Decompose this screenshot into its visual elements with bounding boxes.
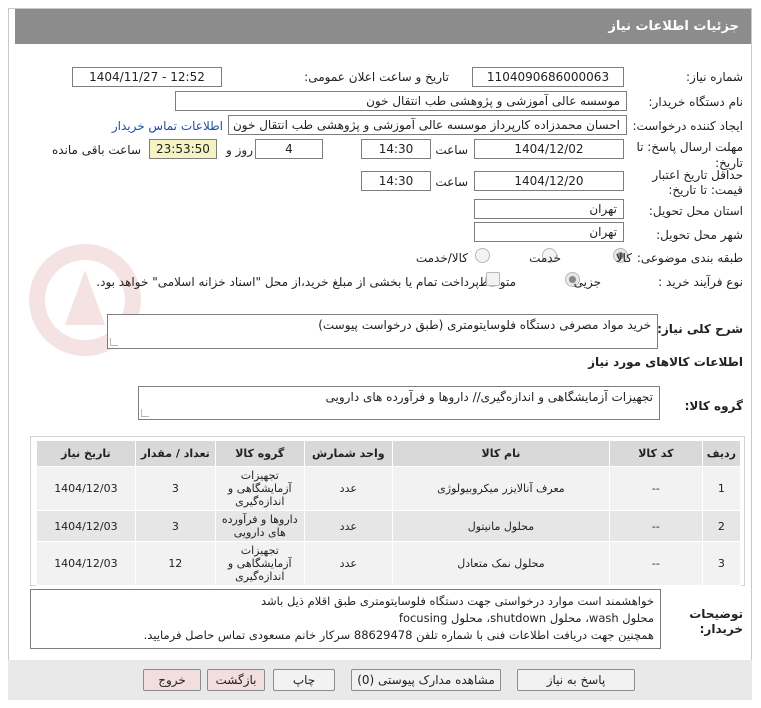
buyer-notes-label-2: خریدار: — [699, 622, 743, 636]
remaining-label: ساعت باقی مانده — [51, 143, 141, 157]
cell-date: 1404/12/03 — [36, 541, 136, 586]
buyer-notes-line: همچنین جهت دریافت اطلاعات فنی با شماره ت… — [143, 628, 654, 642]
table-header-row: ردیف کد کالا نام کالا واحد شمارش گروه کا… — [36, 440, 742, 467]
process-label: نوع فرآیند خرید : — [658, 275, 743, 289]
cell-code: -- — [608, 510, 703, 542]
buyer-notes-label: توضیحات — [689, 607, 743, 621]
reply-button[interactable]: پاسخ به نیاز — [517, 669, 635, 691]
deadline-date-field: 1404/12/02 — [474, 139, 624, 159]
header-date: تاریخ نیاز — [36, 440, 136, 467]
cell-qty: 3 — [134, 466, 216, 511]
cell-index: 3 — [701, 541, 742, 586]
cell-qty: 12 — [134, 541, 216, 586]
cell-date: 1404/12/03 — [36, 466, 136, 511]
header-qty: تعداد / مقدار — [134, 440, 216, 467]
table-row: 3 -- محلول نمک متعادل عدد تجهیزات آزمایش… — [36, 541, 742, 586]
page-title: جزئیات اطلاعات نیاز — [15, 9, 751, 44]
goods-group-field: تجهیزات آزمایشگاهی و اندازه‌گیری// داروه… — [138, 386, 660, 420]
province-field: تهران — [474, 199, 624, 219]
cell-unit: عدد — [303, 541, 393, 586]
validity-time-field: 14:30 — [361, 171, 431, 191]
exit-button[interactable]: خروج — [143, 669, 201, 691]
process-option-minor: جزیی — [573, 275, 601, 289]
cell-name: محلول نمک متعادل — [391, 541, 610, 586]
validity-date-field: 1404/12/20 — [474, 171, 624, 191]
general-desc-field: خرید مواد مصرفی دستگاه فلوسایتومتری (طبق… — [107, 314, 658, 349]
deadline-label: مهلت ارسال پاسخ: تا — [636, 140, 743, 154]
requester-label: ایجاد کننده درخواست: — [632, 119, 743, 133]
cell-group: تجهیزات آزمایشگاهی و اندازه‌گیری — [214, 466, 305, 511]
general-desc-label: شرح کلی نیاز: — [657, 322, 743, 336]
cell-unit: عدد — [303, 510, 393, 542]
buyer-notes-line: محلول wash، محلول shutdown، محلول focusi… — [398, 611, 654, 625]
validity-label-date: قیمت: تا تاریخ: — [668, 183, 743, 197]
goods-group-label: گروه کالا: — [684, 399, 743, 413]
category-option-service: خدمت — [529, 251, 561, 265]
table-row: 1 -- معرف آنالایزر میکروبیولوژی عدد تجهی… — [36, 466, 742, 511]
buyer-notes-field: خواهشمند است موارد درخواستی جهت دستگاه ف… — [30, 589, 661, 649]
buyer-org-field: موسسه عالی آموزشی و پژوهشی طب انتقال خون — [175, 91, 627, 111]
contact-info-link[interactable]: اطلاعات تماس خریدار — [112, 119, 223, 133]
city-label: شهر محل تحویل: — [656, 228, 743, 242]
requester-field: احسان محمدزاده کارپرداز موسسه عالی آموزش… — [228, 115, 627, 135]
goods-section-title: اطلاعات کالاهای مورد نیاز — [588, 355, 743, 369]
treasury-payment-note: پرداخت تمام یا بخشی از مبلغ خرید،از محل … — [96, 275, 479, 289]
cell-name: معرف آنالایزر میکروبیولوژی — [391, 466, 610, 511]
general-desc-text: خرید مواد مصرفی دستگاه فلوسایتومتری (طبق… — [318, 318, 651, 332]
header-group: گروه کالا — [214, 440, 305, 467]
remaining-time-field: 23:53:50 — [149, 139, 217, 159]
city-field: تهران — [474, 222, 624, 242]
table-row: 2 -- محلول مانیتول عدد داروها و فرآورده … — [36, 510, 742, 542]
validity-time-label: ساعت — [435, 175, 468, 189]
cell-qty: 3 — [134, 510, 216, 542]
items-table: ردیف کد کالا نام کالا واحد شمارش گروه کا… — [36, 440, 742, 586]
days-field: 4 — [255, 139, 323, 159]
announce-label: تاریخ و ساعت اعلان عمومی: — [304, 70, 449, 84]
buyer-org-label: نام دستگاه خریدار: — [648, 95, 744, 109]
cell-date: 1404/12/03 — [36, 510, 136, 542]
cell-index: 1 — [701, 466, 742, 511]
cell-code: -- — [608, 466, 703, 511]
goods-group-text: تجهیزات آزمایشگاهی و اندازه‌گیری// داروه… — [325, 390, 653, 404]
need-number-label: شماره نیاز: — [686, 70, 743, 84]
resize-handle-icon[interactable] — [110, 338, 118, 346]
category-option-goods: کالا — [615, 251, 632, 265]
header-unit: واحد شمارش — [303, 440, 393, 467]
deadline-time-field: 14:30 — [361, 139, 431, 159]
province-label: استان محل تحویل: — [648, 204, 743, 218]
back-button[interactable]: بازگشت — [207, 669, 265, 691]
attachments-button[interactable]: مشاهده مدارک پیوستی (0) — [351, 669, 501, 691]
print-button[interactable]: چاپ — [273, 669, 335, 691]
buyer-notes-line: خواهشمند است موارد درخواستی جهت دستگاه ف… — [260, 594, 654, 608]
need-number-field: 1104090686000063 — [472, 67, 624, 87]
cell-group: داروها و فرآورده های دارویی — [214, 510, 305, 542]
cell-index: 2 — [701, 510, 742, 542]
header-code: کد کالا — [608, 440, 703, 467]
cell-unit: عدد — [303, 466, 393, 511]
resize-handle-icon[interactable] — [141, 409, 149, 417]
days-label: روز و — [226, 143, 253, 157]
cell-code: -- — [608, 541, 703, 586]
announce-field: 1404/11/27 - 12:52 — [72, 67, 222, 87]
category-option-both: کالا/خدمت — [415, 251, 468, 265]
treasury-payment-checkbox[interactable] — [486, 272, 500, 286]
category-label: طبقه بندی موضوعی: — [636, 251, 743, 265]
category-radio-both[interactable] — [475, 248, 490, 263]
deadline-time-label: ساعت — [435, 143, 468, 157]
cell-name: محلول مانیتول — [391, 510, 610, 542]
header-index: ردیف — [701, 440, 742, 467]
validity-label: حداقل تاریخ اعتبار — [652, 168, 743, 182]
header-name: نام کالا — [391, 440, 610, 467]
cell-group: تجهیزات آزمایشگاهی و اندازه‌گیری — [214, 541, 305, 586]
